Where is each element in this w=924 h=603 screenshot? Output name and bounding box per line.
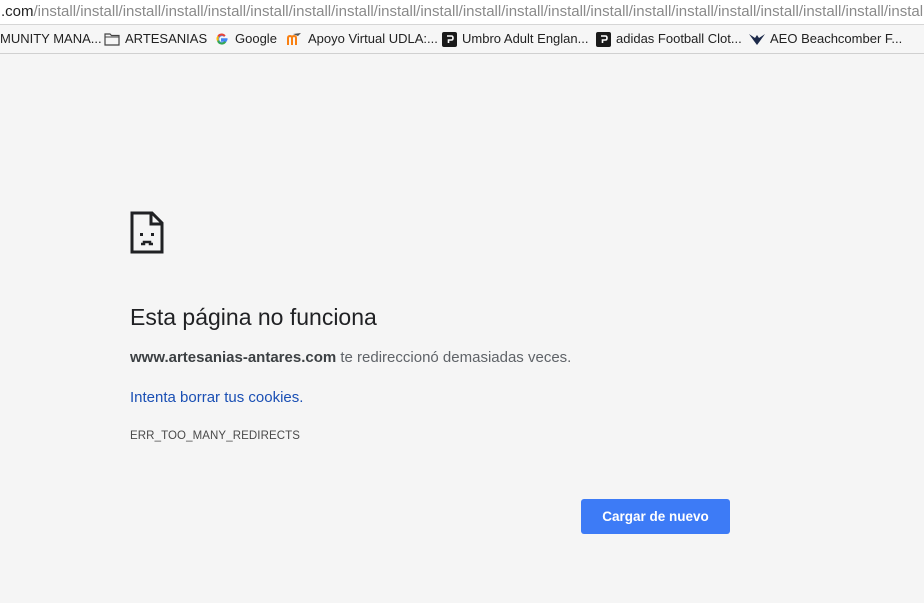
sad-page-icon — [130, 211, 164, 254]
shop-icon — [441, 31, 457, 47]
folder-icon — [104, 31, 120, 47]
bookmark-label: Apoyo Virtual UDLA:... — [308, 31, 438, 46]
error-domain: www.artesanias-antares.com — [130, 349, 337, 366]
bookmark-aeo-beachcomber[interactable]: AEO Beachcomber F... — [749, 25, 902, 53]
error-message: te redireccionó demasiadas veces. — [336, 349, 572, 366]
url-path: /install/install/install/install/install… — [33, 3, 924, 20]
bookmark-label: MUNITY MANA... — [0, 31, 102, 46]
address-bar[interactable]: .com/install/install/install/install/ins… — [0, 0, 924, 25]
google-icon — [214, 31, 230, 47]
bookmark-label: Umbro Adult Englan... — [462, 31, 589, 46]
bookmark-label: AEO Beachcomber F... — [770, 31, 903, 46]
bookmark-community-manager[interactable]: MUNITY MANA... — [0, 25, 102, 53]
bookmark-google[interactable]: Google — [214, 25, 277, 53]
bookmarks-bar: MUNITY MANA... ARTESANIAS Google Apoyo V… — [0, 25, 924, 54]
bookmark-apoyo-virtual-udla[interactable]: Apoyo Virtual UDLA:... — [287, 25, 438, 53]
bookmark-artesanias[interactable]: ARTESANIAS — [104, 25, 207, 53]
bookmark-umbro[interactable]: Umbro Adult Englan... — [441, 25, 588, 53]
bookmark-adidas[interactable]: adidas Football Clot... — [595, 25, 742, 53]
shop-icon — [595, 31, 611, 47]
bookmark-label: adidas Football Clot... — [616, 31, 742, 46]
error-code: ERR_TOO_MANY_REDIRECTS — [130, 430, 301, 442]
error-description: www.artesanias-antares.com te redireccio… — [130, 348, 571, 368]
url-host: .com — [1, 3, 34, 20]
reload-button[interactable]: Cargar de nuevo — [581, 499, 730, 534]
bookmark-label: ARTESANIAS — [125, 31, 208, 46]
error-page: Esta página no funciona www.artesanias-a… — [0, 54, 924, 603]
error-title: Esta página no funciona — [130, 304, 377, 330]
bookmark-label: Google — [235, 31, 277, 46]
moodle-icon — [287, 31, 303, 47]
clear-cookies-link[interactable]: Intenta borrar tus cookies. — [130, 388, 303, 408]
eagle-icon — [749, 31, 765, 47]
